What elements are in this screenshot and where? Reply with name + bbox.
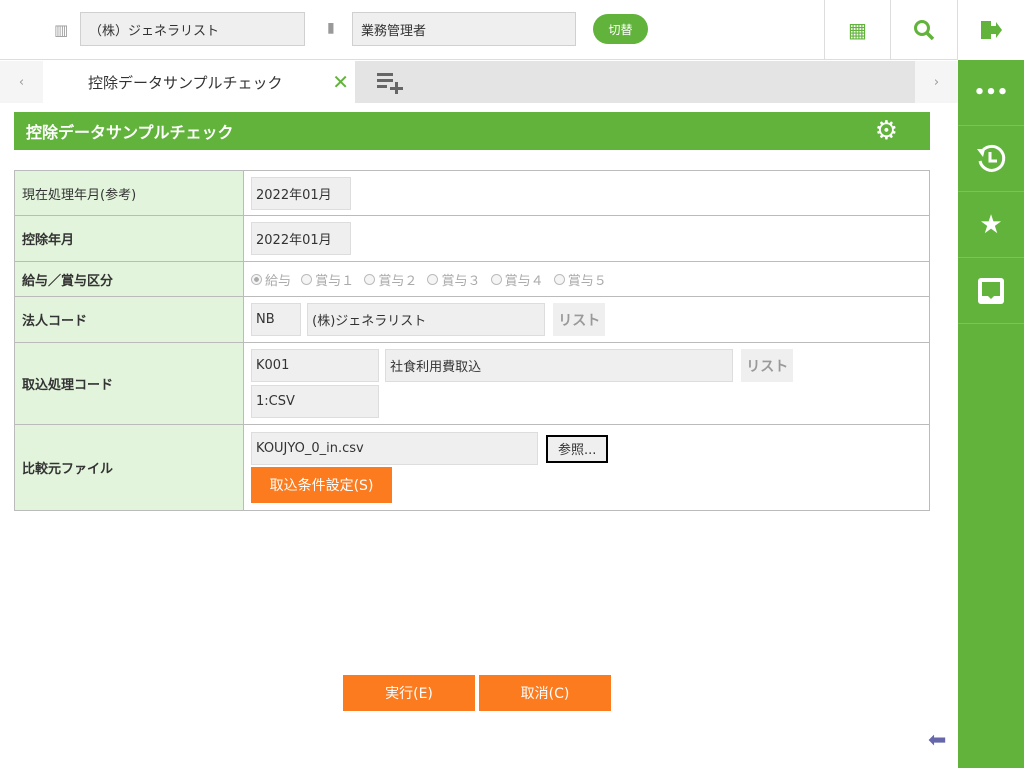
current-month-field: 2022年01月: [251, 176, 351, 210]
search-icon[interactable]: [891, 0, 957, 60]
more-icon[interactable]: •••: [958, 60, 1024, 126]
radio-salary[interactable]: 給与: [251, 270, 291, 289]
form-row: 控除年月 2022年01月: [14, 215, 930, 262]
inbox-icon[interactable]: [958, 258, 1024, 324]
add-tab-icon[interactable]: [377, 70, 405, 98]
right-sidebar: ••• ★: [958, 60, 1024, 768]
tab-strip: [355, 61, 915, 103]
form-row: 法人コード NB (株)ジェネラリスト リスト: [14, 296, 930, 343]
corp-name-field: (株)ジェネラリスト: [307, 303, 546, 336]
building-icon: ▥: [54, 21, 69, 39]
label-import-code: 取込処理コード: [14, 342, 244, 425]
deduction-month-field[interactable]: 2022年01月: [251, 222, 351, 255]
import-settings-button[interactable]: 取込条件設定(S): [251, 467, 392, 503]
radio-bonus-4[interactable]: 賞与４: [490, 270, 544, 289]
import-code-field[interactable]: K001: [251, 349, 379, 382]
logout-icon[interactable]: [958, 0, 1024, 60]
page-title: 控除データサンプルチェック: [26, 123, 234, 142]
file-field[interactable]: KOUJYO_0_in.csv: [251, 432, 538, 465]
form-row: 比較元ファイル KOUJYO_0_in.csv 参照... 取込条件設定(S): [14, 424, 930, 511]
role-field[interactable]: 業務管理者: [352, 12, 576, 46]
form-row: 取込処理コード K001 社食利用費取込 リスト 1:CSV: [14, 342, 930, 425]
cancel-button[interactable]: 取消(C): [479, 675, 611, 711]
apps-grid-icon[interactable]: ▦: [825, 0, 890, 60]
form-row: 現在処理年月(参考) 2022年01月: [14, 170, 930, 216]
label-pay-type: 給与／賞与区分: [14, 261, 244, 297]
tab-active[interactable]: 控除データサンプルチェック ✕: [43, 61, 355, 103]
corp-code-field[interactable]: NB: [251, 303, 301, 336]
label-source-file: 比較元ファイル: [14, 424, 244, 511]
collapse-arrow-icon[interactable]: ⬅: [928, 728, 946, 753]
format-field: 1:CSV: [251, 385, 379, 418]
star-icon[interactable]: ★: [958, 192, 1024, 258]
radio-bonus-5[interactable]: 賞与５: [553, 270, 607, 289]
tab-scroll-left[interactable]: ‹: [0, 61, 43, 103]
form-table: 現在処理年月(参考) 2022年01月 控除年月 2022年01月 給与／賞与区…: [14, 170, 930, 511]
tab-label: 控除データサンプルチェック: [88, 73, 283, 92]
close-tab-icon[interactable]: ✕: [332, 70, 349, 94]
label-current-month: 現在処理年月(参考): [14, 170, 244, 216]
company-field[interactable]: （株）ジェネラリスト: [80, 12, 305, 46]
label-corp-code: 法人コード: [14, 296, 244, 343]
history-icon[interactable]: [958, 126, 1024, 192]
execute-button[interactable]: 実行(E): [343, 675, 475, 711]
radio-bonus-1[interactable]: 賞与１: [301, 270, 354, 289]
browse-button[interactable]: 参照...: [546, 434, 609, 463]
import-list-button[interactable]: リスト: [741, 349, 794, 382]
clipboard-icon: ▮: [327, 20, 335, 36]
page-header: 控除データサンプルチェック ⚙: [14, 112, 930, 150]
tab-scroll-right[interactable]: ›: [915, 61, 958, 103]
switch-button[interactable]: 切替: [593, 14, 648, 44]
import-name-field: 社食利用費取込: [385, 349, 734, 382]
gear-icon[interactable]: ⚙: [875, 116, 898, 146]
form-row: 給与／賞与区分 給与 賞与１ 賞与２ 賞与３ 賞与４ 賞与５: [14, 261, 930, 297]
radio-bonus-2[interactable]: 賞与２: [364, 270, 417, 289]
radio-bonus-3[interactable]: 賞与３: [427, 270, 480, 289]
label-deduction-month: 控除年月: [14, 215, 244, 262]
corp-list-button[interactable]: リスト: [553, 303, 606, 336]
